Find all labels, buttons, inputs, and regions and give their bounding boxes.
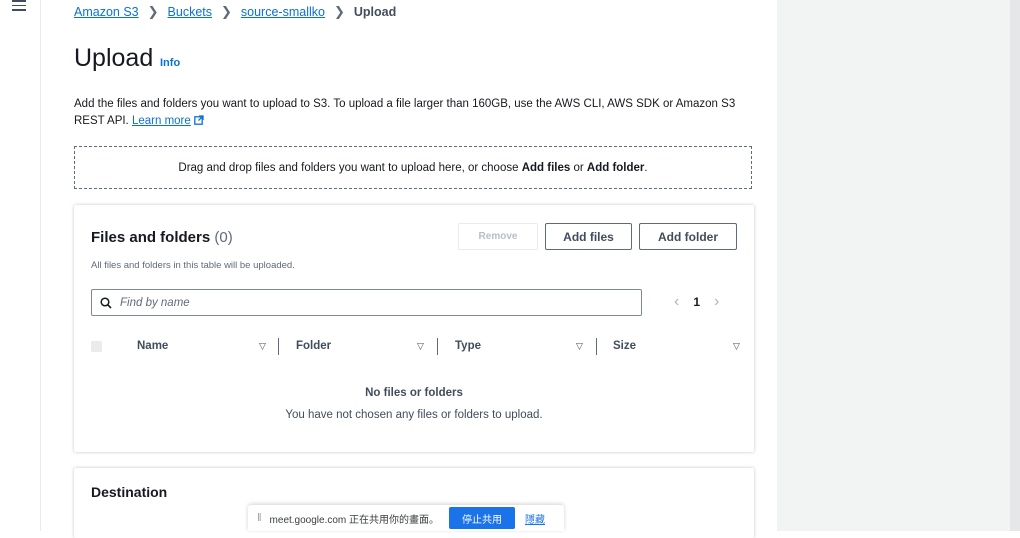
breadcrumb-buckets[interactable]: Buckets	[168, 5, 212, 19]
column-name[interactable]: Name	[137, 340, 168, 352]
info-link[interactable]: Info	[160, 57, 180, 69]
left-navigation-rail	[0, 0, 41, 531]
files-panel-title: Files and folders (0)	[91, 229, 233, 246]
chevron-right-icon[interactable]: ›	[714, 294, 719, 310]
add-folder-button[interactable]: Add folder	[639, 223, 737, 250]
screen-share-bar: ‖ meet.google.com 正在共用你的畫面。 停止共用 隱藏	[248, 505, 564, 531]
files-panel-title-text: Files and folders	[91, 229, 211, 246]
empty-state-title: No files or folders	[365, 387, 463, 399]
page-description: Add the files and folders you want to up…	[74, 96, 764, 130]
breadcrumb-bucket-name[interactable]: source-smallko	[241, 5, 325, 19]
hamburger-menu-icon[interactable]	[12, 0, 26, 11]
share-status-text: meet.google.com 正在共用你的畫面。	[269, 514, 440, 526]
search-field[interactable]	[91, 289, 642, 316]
dropzone-period: .	[644, 161, 648, 174]
scrollbar-track[interactable]	[1010, 0, 1020, 531]
remove-button[interactable]: Remove	[458, 223, 538, 250]
learn-more-link[interactable]: Learn more	[132, 115, 191, 127]
column-divider[interactable]	[278, 338, 279, 355]
chevron-right-icon: ❯	[147, 4, 159, 19]
sort-caret-icon[interactable]: ▽	[259, 341, 266, 352]
select-all-checkbox[interactable]	[91, 341, 102, 352]
dropzone-text: Drag and drop files and folders you want…	[178, 161, 519, 174]
breadcrumb-current: Upload	[353, 5, 397, 19]
chevron-right-icon: ❯	[333, 4, 345, 19]
stop-sharing-button[interactable]: 停止共用	[449, 507, 516, 529]
pagination: ‹ 1 ›	[674, 294, 719, 310]
dropzone-add-files: Add files	[521, 161, 571, 174]
destination-title: Destination	[91, 484, 168, 500]
dropzone-or: or	[573, 161, 584, 174]
hide-share-bar-link[interactable]: 隱藏	[525, 511, 545, 526]
column-type[interactable]: Type	[455, 340, 481, 352]
column-folder[interactable]: Folder	[296, 340, 331, 352]
external-link-icon[interactable]	[193, 115, 204, 125]
column-size[interactable]: Size	[613, 340, 636, 352]
files-and-folders-panel: Files and folders (0) All files and fold…	[74, 205, 754, 452]
sort-caret-icon[interactable]: ▽	[417, 341, 424, 352]
add-files-button[interactable]: Add files	[545, 223, 632, 250]
sort-caret-icon[interactable]: ▽	[733, 341, 740, 352]
table-header: Name ▽ Folder ▽ Type ▽ Size ▽	[91, 338, 746, 356]
breadcrumb-amazon-s3[interactable]: Amazon S3	[74, 5, 139, 19]
dropzone-add-folder: Add folder	[586, 161, 645, 174]
column-divider[interactable]	[437, 338, 438, 355]
breadcrumb: Amazon S3 ❯ Buckets ❯ source-smallko ❯ U…	[74, 4, 396, 20]
column-divider[interactable]	[596, 338, 597, 355]
current-page[interactable]: 1	[693, 295, 700, 309]
search-icon	[100, 296, 112, 309]
files-panel-subtitle: All files and folders in this table will…	[91, 260, 295, 271]
drag-handle-icon[interactable]: ‖	[257, 512, 262, 524]
upload-dropzone[interactable]: Drag and drop files and folders you want…	[74, 146, 752, 189]
empty-state-message: You have not chosen any files or folders…	[285, 409, 543, 421]
chevron-left-icon[interactable]: ‹	[674, 294, 679, 310]
files-count: (0)	[214, 229, 233, 246]
page-title: Upload	[74, 44, 154, 72]
sort-caret-icon[interactable]: ▽	[576, 341, 583, 352]
search-input[interactable]	[118, 295, 622, 310]
right-gutter	[777, 0, 1020, 531]
chevron-right-icon: ❯	[221, 4, 232, 19]
